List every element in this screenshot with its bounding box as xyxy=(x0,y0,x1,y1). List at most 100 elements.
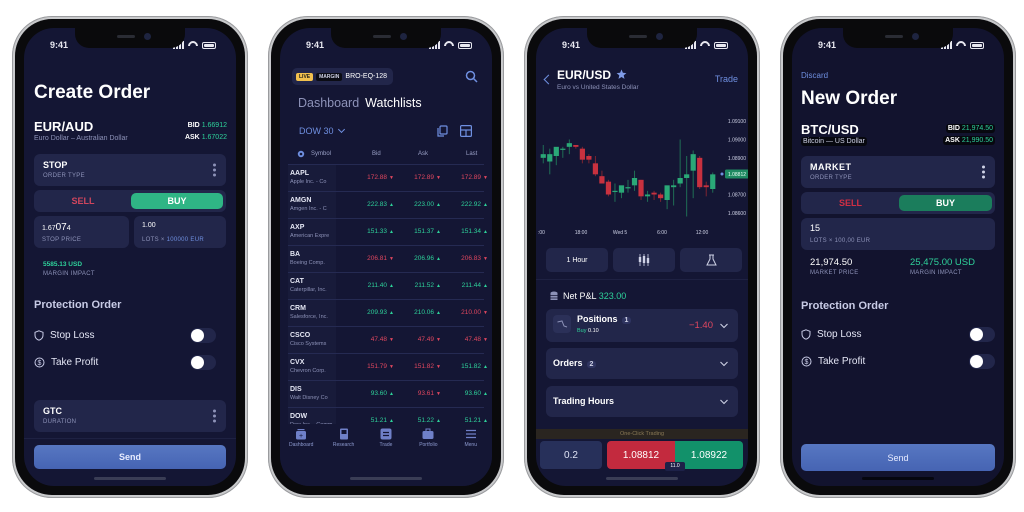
tab-watchlists[interactable]: Watchlists xyxy=(365,96,422,110)
bid-value: 47.48 xyxy=(370,336,388,343)
column-bid[interactable]: Bid xyxy=(372,151,381,157)
trade-link[interactable]: Trade xyxy=(715,74,738,84)
watchlist-screen: 9:41 LIVE MARGIN BRO-EQ-128 Dashboard Wat… xyxy=(280,28,492,486)
tab-research-nav[interactable]: Research xyxy=(326,428,362,460)
arrow-down-icon: ▼ xyxy=(483,310,488,316)
back-chevron-icon[interactable] xyxy=(543,74,554,85)
stop-loss-toggle[interactable] xyxy=(190,327,216,343)
quantity-field[interactable]: 0.2 xyxy=(540,441,602,469)
watchlist-row[interactable]: AAPL Apple Inc. - Co 172.88 ▼ 172.89 ▼ 172.89 ▼ xyxy=(288,164,488,191)
more-options-icon[interactable] xyxy=(213,163,216,177)
ask-value: 51.22 xyxy=(417,417,435,424)
symbol-cell: DIS Walt Disney Co xyxy=(288,381,336,407)
bid-value: 151.79 xyxy=(367,363,388,370)
bid-value: 21,974.50 xyxy=(961,125,993,132)
watchlist-row[interactable]: AXP American Expre 151.33 ▲ 151.37 ▲ 151.34 ▲ xyxy=(288,218,488,245)
instrument-description: Bitcoin — US Dollar xyxy=(801,137,867,146)
stop-price-field[interactable]: 1.67074 STOP PRICE xyxy=(34,216,129,248)
arrow-up-icon: ▲ xyxy=(436,310,441,316)
watchlist-row[interactable]: CRM Salesforce, Inc. 209.93 ▲ 210.06 ▲ 210.00 ▼ xyxy=(288,299,488,326)
buy-button[interactable]: BUY xyxy=(899,195,992,211)
watchlist-dropdown[interactable]: DOW 30 xyxy=(299,125,346,136)
sell-button[interactable]: SELL xyxy=(37,193,129,209)
arrow-down-icon: ▼ xyxy=(389,256,394,262)
indicators-button[interactable] xyxy=(680,248,742,272)
arrow-down-icon: ▼ xyxy=(389,364,394,370)
bid-label: BID xyxy=(187,122,200,129)
order-type-selector[interactable]: STOP ORDER TYPE xyxy=(34,154,226,186)
orders-accordion[interactable]: Orders 2 xyxy=(546,348,738,379)
flask-icon xyxy=(705,254,717,266)
phone-create-order: 9:41 Create Order EUR/AUD Euro Dollar – … xyxy=(12,16,248,498)
favorite-star-icon[interactable] xyxy=(616,69,627,80)
home-indicator xyxy=(350,477,422,480)
discard-button[interactable]: Discard xyxy=(801,71,828,80)
duration-selector[interactable]: GTC DURATION xyxy=(34,400,226,432)
x-axis-tick-label: :00 xyxy=(538,230,545,236)
column-ask[interactable]: Ask xyxy=(418,151,428,157)
instrument-pair: EUR/USD xyxy=(557,68,612,82)
account-selector[interactable]: LIVE MARGIN BRO-EQ-128 xyxy=(292,68,394,85)
positions-label: Positions xyxy=(577,314,618,324)
candlestick-chart[interactable]: 1.09100 1.09000 1.08900 1.08700 1.08600 1.088… xyxy=(536,90,748,245)
lots-field[interactable]: 15 LOTS × 100,00 EUR xyxy=(801,218,995,250)
candle-body xyxy=(684,174,690,178)
arrow-down-icon: ▼ xyxy=(436,364,441,370)
tab-dashboard-nav[interactable]: + Dashboard xyxy=(283,428,319,460)
send-button[interactable]: Send xyxy=(801,444,995,471)
take-profit-toggle[interactable] xyxy=(969,353,995,369)
send-button[interactable]: Send xyxy=(34,445,226,469)
watchlist-row[interactable]: AMGN Amgen Inc. - C 222.83 ▲ 223.00 ▲ 222.92 ▲ xyxy=(288,191,488,218)
watchlist-row[interactable]: CSCO Cisco Systems 47.48 ▼ 47.49 ▼ 47.48 ▼ xyxy=(288,326,488,353)
tab-dashboard[interactable]: Dashboard xyxy=(298,96,359,110)
bid-cell: 51.21 ▲ xyxy=(358,417,394,424)
timeframe-button[interactable]: 1 Hour xyxy=(546,248,608,272)
order-type-selector[interactable]: MARKET ORDER TYPE xyxy=(801,156,995,188)
tab-trade-nav[interactable]: Trade xyxy=(368,428,404,460)
arrow-down-icon: ▼ xyxy=(389,175,394,181)
stop-price-pips: 07 xyxy=(55,222,67,233)
chevron-down-icon xyxy=(720,323,728,328)
tab-portfolio-nav[interactable]: Portfolio xyxy=(410,428,446,460)
tab-menu-nav[interactable]: Menu xyxy=(453,428,489,460)
more-options-icon[interactable] xyxy=(982,165,985,179)
phone-bezel: 9:41 Discard New Order BTC/USD Bitcoin —… xyxy=(783,19,1013,495)
margin-badge: MARGIN xyxy=(316,72,343,81)
arrow-up-icon: ▲ xyxy=(389,283,394,289)
symbol-cell: BA Boeing Comp. xyxy=(288,246,336,272)
side-toggle: SELL BUY xyxy=(801,192,995,214)
candle-body xyxy=(697,157,703,188)
watchlist-row[interactable]: BA Boeing Comp. 206.81 ▼ 206.96 ▲ 206.83 ▼ xyxy=(288,245,488,272)
column-last[interactable]: Last xyxy=(466,151,477,157)
more-options-icon[interactable] xyxy=(213,409,216,423)
positions-subline: Buy 0.10 xyxy=(577,328,599,334)
trading-hours-accordion[interactable]: Trading Hours xyxy=(546,386,738,417)
orders-title: Orders 2 xyxy=(553,358,597,368)
column-symbol[interactable]: Symbol xyxy=(311,151,331,157)
candle-body xyxy=(664,185,670,200)
protection-order-heading: Protection Order xyxy=(34,299,122,311)
x-axis-tick-label: 6:00 xyxy=(657,230,667,236)
watchlist-row[interactable]: CAT Caterpillar, Inc. 211.40 ▲ 211.52 ▲ 211.44… xyxy=(288,272,488,299)
positions-side: Buy xyxy=(577,328,587,334)
ticker: DOW xyxy=(290,413,308,420)
buy-button[interactable]: BUY xyxy=(131,193,223,209)
ask-cell: 151.82 ▼ xyxy=(405,363,441,370)
company-name: Walt Disney Co xyxy=(290,395,328,401)
watchlist-row[interactable]: DIS Walt Disney Co 93.60 ▲ 93.61 ▼ 93.60 ▲ xyxy=(288,380,488,407)
positions-accordion[interactable]: Positions 1 Buy 0.10 −1.40 xyxy=(546,309,738,342)
candle-body xyxy=(690,154,696,171)
divider xyxy=(24,438,236,439)
settings-gear-icon[interactable] xyxy=(297,150,305,158)
copy-icon[interactable] xyxy=(437,125,448,137)
watchlist-row[interactable]: CVX Chevron Corp. 151.79 ▼ 151.82 ▼ 151.82 ▲ xyxy=(288,353,488,380)
search-icon[interactable] xyxy=(465,70,478,83)
sell-button[interactable]: SELL xyxy=(804,195,897,211)
layout-grid-icon[interactable] xyxy=(460,125,472,137)
lots-field[interactable]: 1.00 LOTS × 100000 EUR xyxy=(134,216,226,248)
ask-cell: 172.89 ▼ xyxy=(405,174,441,181)
chart-type-button[interactable] xyxy=(613,248,675,272)
take-profit-toggle[interactable] xyxy=(190,354,216,370)
stop-loss-toggle[interactable] xyxy=(969,326,995,342)
buy-price-button[interactable]: 1.08922 xyxy=(675,441,743,469)
